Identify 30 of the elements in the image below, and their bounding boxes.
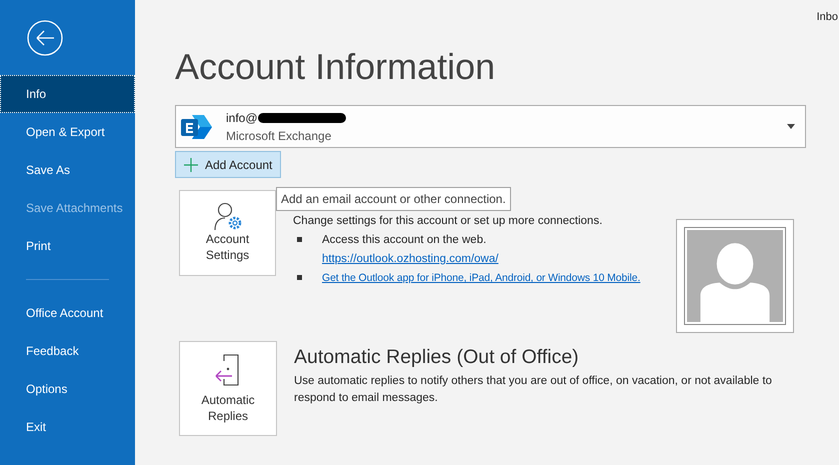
sidebar-item[interactable]: Office Account <box>0 294 135 332</box>
sidebar-item[interactable]: Print <box>0 227 135 265</box>
plus-icon <box>184 158 198 172</box>
add-account-button[interactable]: Add Account <box>175 151 282 178</box>
web-link[interactable]: https://outlook.ozhosting.com/owa/ <box>322 250 498 269</box>
account-dropdown[interactable]: info@ Microsoft Exchange <box>175 105 806 148</box>
window-title: Inbo <box>816 10 838 25</box>
account-email: info@ <box>226 110 258 126</box>
app-link[interactable]: Get the Outlook app for iPhone, iPad, Android, or Windows 10 Mobile. <box>322 269 640 288</box>
exchange-logo-icon <box>180 112 212 140</box>
account-settings-tile[interactable]: Account Settings <box>179 190 276 276</box>
person-gear-icon <box>212 201 242 231</box>
section-heading: Automatic Replies (Out of Office) <box>294 345 580 370</box>
sidebar-item[interactable]: Info <box>0 75 135 113</box>
tooltip: Add an email account or other connection. <box>276 187 511 211</box>
sidebar-item[interactable]: Save As <box>0 151 135 189</box>
square-bullet-icon <box>297 275 302 280</box>
caret-icon <box>787 124 795 129</box>
section-description: Change settings for this account or set up more connections. <box>293 214 604 229</box>
page-title: Account Information <box>175 45 496 89</box>
sidebar-item[interactable]: Exit <box>0 408 135 446</box>
sidebar-item[interactable]: Open & Export <box>0 113 135 151</box>
square-bullet-icon <box>297 237 302 242</box>
bullet-text: Access this account on the web. <box>322 233 488 248</box>
section-description: Use automatic replies to notify others that you are out of office, on vacation, or not available to respond to email messages. <box>294 374 773 406</box>
avatar-icon <box>687 230 783 322</box>
automatic-replies-tile[interactable]: Automatic Replies <box>179 341 277 436</box>
account-type: Microsoft Exchange <box>226 128 332 144</box>
sidebar-item[interactable]: Feedback <box>0 332 135 370</box>
sidebar-item[interactable]: Options <box>0 370 135 408</box>
